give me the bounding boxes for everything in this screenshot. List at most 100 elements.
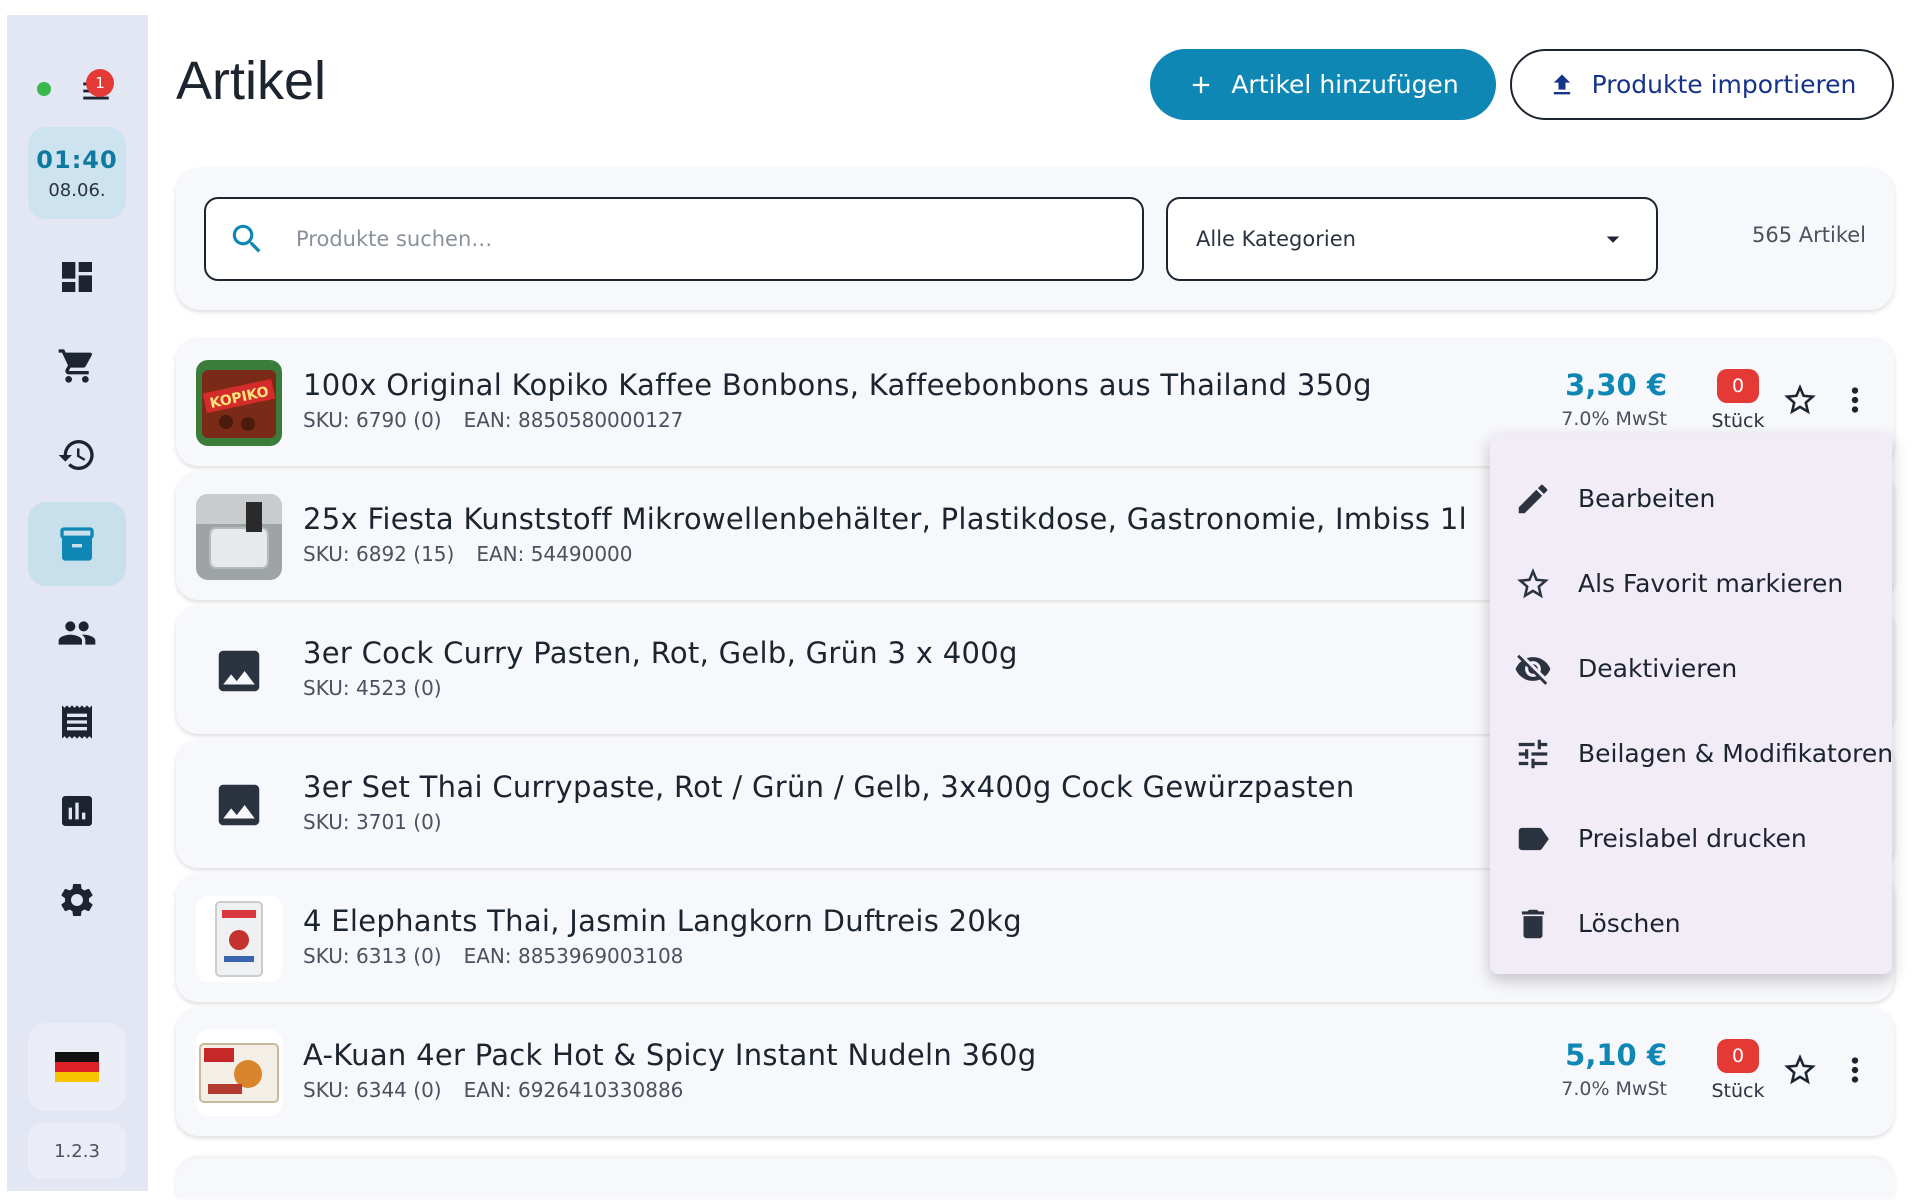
nav-history[interactable] [28,413,126,497]
product-name: 100x Original Kopiko Kaffee Bonbons, Kaf… [303,368,1372,402]
nav-receipts[interactable] [28,680,126,764]
product-vat: 7.0% MwSt [1561,408,1667,430]
product-ean: EAN: 8853969003108 [463,944,684,968]
nav-reports[interactable] [28,769,126,853]
menu-item-label: Löschen [1578,909,1681,938]
product-sku: SKU: 4523 (0) [303,676,442,700]
product-name: 3er Set Thai Currypaste, Rot / Grün / Ge… [303,770,1355,804]
product-price: 3,30 € [1565,368,1667,402]
gear-icon [61,883,93,916]
menu-item-label: Beilagen & Modifikatoren [1578,739,1894,768]
star-outline-icon [1517,567,1549,598]
product-name: A-Kuan 4er Pack Hot & Spicy Instant Nude… [303,1038,1037,1072]
menu-item-delete[interactable]: Löschen [1490,881,1892,966]
add-article-button[interactable]: Artikel hinzufügen [1150,49,1496,120]
noodles-package-image [196,1030,282,1116]
product-name: 3er Cock Curry Pasten, Rot, Gelb, Grün 3… [303,636,1018,670]
app-root: 1 01:40 08.06. 1.2.3 Artikel Artikel hin… [0,0,1920,1200]
product-meta: SKU: 4523 (0) [303,676,442,700]
product-meta: SKU: 6892 (15) EAN: 54490000 [303,542,633,566]
de-flag-icon [55,1052,99,1082]
stock-badge: 0 [1717,369,1759,403]
product-sku: SKU: 3701 (0) [303,810,442,834]
menu-item-label: Deaktivieren [1578,654,1738,683]
image-placeholder-icon [218,784,260,826]
nav-cart[interactable] [28,324,126,408]
plus-icon [1193,76,1210,93]
menu-item-label: Bearbeiten [1578,484,1716,513]
tune-icon [1518,739,1548,768]
search-field[interactable] [204,197,1144,281]
container-image [196,494,282,580]
eye-off-icon [1515,654,1551,685]
menu-item-label: Als Favorit markieren [1578,569,1844,598]
label-icon [1518,827,1549,850]
bar-chart-icon [62,796,92,826]
nav-dashboard[interactable] [28,235,126,319]
product-sku: SKU: 6790 (0) [303,408,442,432]
product-row[interactable]: A-Kuan 4er Pack Hot & Spicy Instant Nude… [176,1008,1894,1136]
sidebar: 1 01:40 08.06. 1.2.3 [7,15,148,1191]
nav-customers[interactable] [28,591,126,675]
online-status-dot [37,82,51,96]
app-version: 1.2.3 [28,1123,126,1179]
search-input[interactable] [296,227,1116,251]
more-vert-icon[interactable] [1836,381,1874,419]
product-ean: EAN: 8850580000127 [463,408,684,432]
product-ean: EAN: 54490000 [476,542,633,566]
import-products-button[interactable]: Produkte importieren [1510,49,1894,120]
menu-item-modifiers[interactable]: Beilagen & Modifikatoren [1490,711,1894,796]
clock-time: 01:40 [36,145,118,174]
product-name: 25x Fiesta Kunststoff Mikrowellenbehälte… [303,502,1467,536]
product-context-menu: Bearbeiten Als Favorit markieren Deaktiv… [1490,434,1894,974]
product-sku: SKU: 6313 (0) [303,944,442,968]
menu-item-print-label[interactable]: Preislabel drucken [1490,796,1892,881]
product-price: 5,10 € [1565,1038,1667,1072]
product-image [196,896,282,982]
upload-icon [1553,74,1570,94]
receipt-icon [62,705,92,739]
notification-badge: 1 [86,69,114,97]
search-icon [232,224,261,253]
product-meta: SKU: 6344 (0) EAN: 6926410330886 [303,1078,683,1102]
kopiko-package-image: KOPIKO [196,360,282,446]
import-products-label: Produkte importieren [1591,70,1857,99]
menu-item-label: Preislabel drucken [1578,824,1807,853]
product-image [196,494,282,580]
product-row-partial [176,1158,1894,1198]
product-meta: SKU: 6790 (0) EAN: 8850580000127 [303,408,683,432]
rice-bag-image [196,896,282,982]
people-icon [58,621,96,645]
add-article-label: Artikel hinzufügen [1231,70,1459,99]
pencil-icon [1518,484,1548,513]
stock-unit: Stück [1711,410,1765,432]
archive-icon [60,527,94,561]
page-title: Artikel [176,51,327,111]
language-button[interactable] [28,1023,126,1111]
product-name: 4 Elephants Thai, Jasmin Langkorn Duftre… [303,904,1022,938]
product-meta: SKU: 3701 (0) [303,810,442,834]
nav-settings[interactable] [28,858,126,942]
star-outline-icon[interactable] [1781,1051,1819,1089]
stock-badge: 0 [1717,1039,1759,1073]
filter-bar: Alle Kategorien 565 Artikel [176,168,1894,310]
product-ean: EAN: 6926410330886 [463,1078,684,1102]
article-count: 565 Artikel [1752,223,1866,247]
clock-date: 08.06. [48,179,106,201]
product-image [196,762,282,848]
category-select[interactable]: Alle Kategorien [1166,197,1658,281]
category-select-value: Alle Kategorien [1196,227,1356,251]
dashboard-icon [62,262,92,292]
clock: 01:40 08.06. [28,127,126,219]
nav-articles[interactable] [28,502,126,586]
menu-item-edit[interactable]: Bearbeiten [1490,456,1892,541]
product-image [196,1030,282,1116]
cart-icon [58,349,93,383]
product-meta: SKU: 6313 (0) EAN: 8853969003108 [303,944,683,968]
more-vert-icon[interactable] [1836,1051,1874,1089]
trash-icon [1521,909,1545,938]
star-outline-icon[interactable] [1781,381,1819,419]
menu-item-deactivate[interactable]: Deaktivieren [1490,626,1892,711]
menu-item-favorite[interactable]: Als Favorit markieren [1490,541,1892,626]
product-vat: 7.0% MwSt [1561,1078,1667,1100]
